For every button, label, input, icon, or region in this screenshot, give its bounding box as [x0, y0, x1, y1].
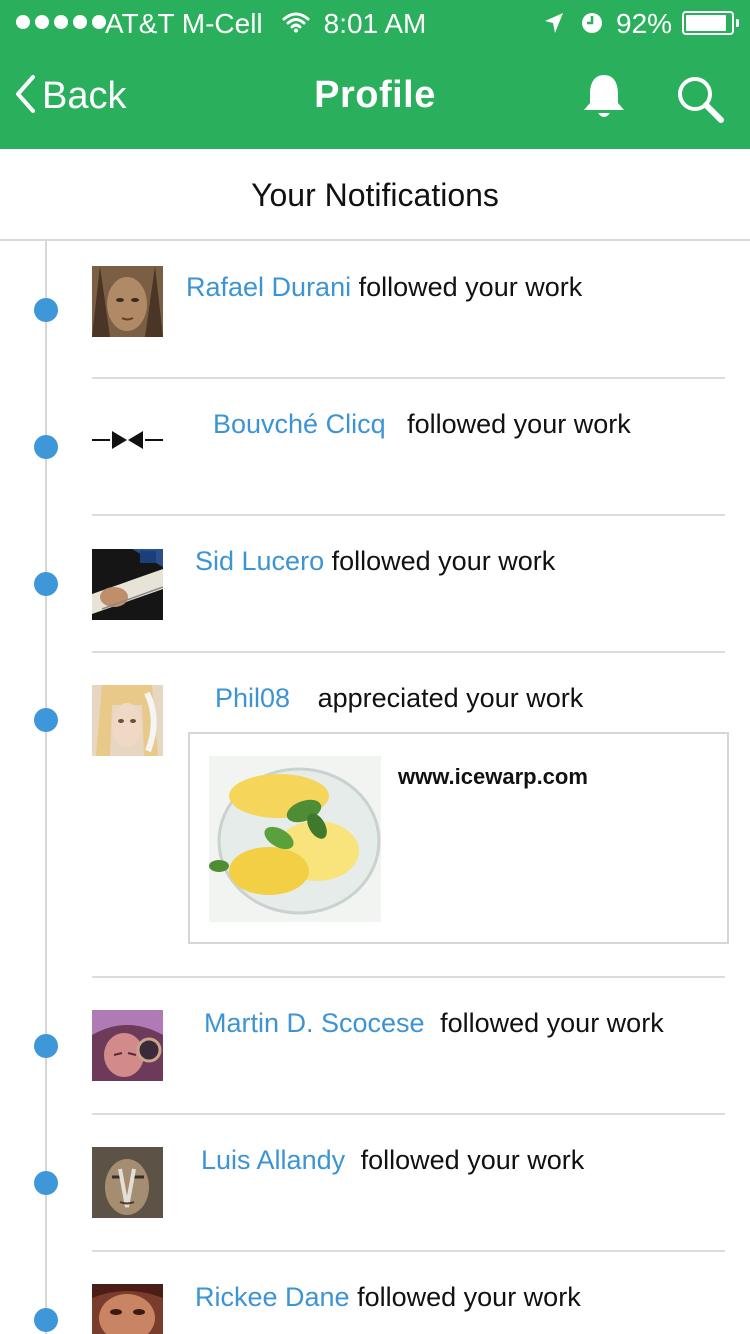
- work-url: www.icewarp.com: [398, 764, 588, 789]
- notification-item[interactable]: Sid Lucero followed your work: [0, 515, 750, 652]
- notification-item[interactable]: Bouvché Clicq followed your work: [0, 378, 750, 515]
- notification-item[interactable]: Rickee Dane followed your work: [0, 1251, 750, 1334]
- bell-icon[interactable]: [579, 72, 629, 127]
- top-bar: AT&T M-Cell 8:01 AM 92% Back Profile: [0, 0, 750, 149]
- notification-item[interactable]: Luis Allandy followed your work: [0, 1114, 750, 1251]
- page-title: Profile: [314, 74, 436, 116]
- timeline-dot: [34, 708, 58, 732]
- notification-text: Rickee Dane followed your work: [195, 1282, 581, 1313]
- avatar[interactable]: [92, 1147, 163, 1218]
- notification-action: appreciated your work: [317, 683, 584, 713]
- notifications-header: Your Notifications: [0, 149, 750, 241]
- notification-action: followed your work: [360, 1145, 585, 1175]
- notification-text: Phil08 appreciated your work: [215, 683, 583, 714]
- notification-action: followed your work: [407, 409, 631, 439]
- avatar[interactable]: [92, 685, 163, 756]
- timeline-dot: [34, 1308, 58, 1332]
- notification-text: Luis Allandy followed your work: [201, 1145, 584, 1176]
- avatar[interactable]: [92, 549, 163, 620]
- status-bar: AT&T M-Cell 8:01 AM 92%: [0, 0, 750, 48]
- notification-action: followed your work: [357, 1282, 581, 1312]
- avatar[interactable]: [92, 1010, 163, 1081]
- avatar[interactable]: [92, 421, 163, 459]
- user-name-link[interactable]: Rickee Dane: [195, 1282, 350, 1312]
- timeline-dot: [34, 1171, 58, 1195]
- user-name-link[interactable]: Sid Lucero: [195, 546, 324, 576]
- notification-text: Bouvché Clicq followed your work: [213, 409, 631, 440]
- timeline-dot: [34, 572, 58, 596]
- notification-action: followed your work: [440, 1008, 664, 1038]
- timeline-dot: [34, 435, 58, 459]
- work-thumbnail: [209, 756, 381, 922]
- user-name-link[interactable]: Rafael Durani: [186, 272, 351, 302]
- notification-text: Sid Lucero followed your work: [195, 546, 555, 577]
- navigation-bar: Back Profile: [0, 48, 750, 149]
- avatar[interactable]: [92, 1284, 163, 1334]
- timeline-dot: [34, 298, 58, 322]
- timeline-dot: [34, 1034, 58, 1058]
- notification-action: followed your work: [358, 272, 583, 302]
- user-name-link[interactable]: Bouvché Clicq: [213, 409, 386, 439]
- battery-percentage: 92%: [616, 8, 673, 39]
- notification-item[interactable]: Rafael Durani followed your work: [0, 241, 750, 378]
- notification-text: Rafael Durani followed your work: [186, 272, 582, 303]
- user-name-link[interactable]: Martin D. Scocese: [204, 1008, 425, 1038]
- user-name-link[interactable]: Luis Allandy: [201, 1145, 345, 1175]
- search-icon[interactable]: [675, 74, 725, 129]
- alarm-clock-icon: [580, 11, 604, 40]
- avatar[interactable]: [92, 266, 163, 337]
- notification-action: followed your work: [331, 546, 556, 576]
- notification-text: Martin D. Scocese followed your work: [204, 1008, 664, 1039]
- user-name-link[interactable]: Phil08: [215, 683, 290, 713]
- battery-icon: [682, 11, 739, 35]
- shared-work-card[interactable]: www.icewarp.com: [188, 732, 729, 944]
- notification-item[interactable]: Martin D. Scocese followed your work: [0, 977, 750, 1114]
- location-arrow-icon: [543, 11, 565, 40]
